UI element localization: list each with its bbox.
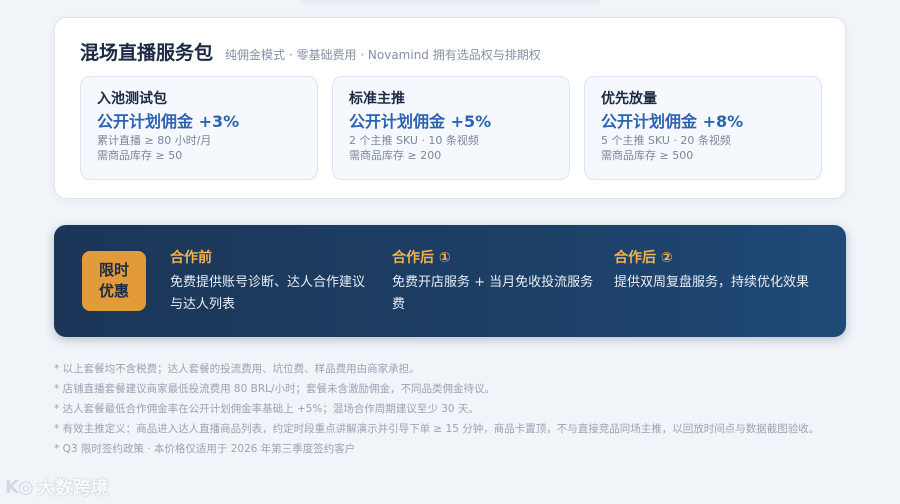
footnote: * 达人套餐最低合作佣金率在公开计划佣金率基础上 +5%；混场合作周期建议至少 … (54, 403, 479, 415)
promo-text: 免费开店服务 + 当月免收投流服务费 (392, 275, 594, 312)
footnotes: * 以上套餐均不含税费；达人套餐的投流费用、坑位费、样品费用由商家承担。 * 店… (54, 362, 854, 462)
tier-stock-requirement: 需商品库存 ≥ 200 (349, 149, 442, 162)
promo-heading: 合作后 ① (392, 250, 451, 266)
promo-heading: 合作后 ② (614, 250, 673, 266)
promo-heading: 合作前 (170, 250, 212, 266)
package-subtitle: 纯佣金模式 · 零基础费用 · Novamind 拥有选品权与排期权 (225, 48, 541, 62)
watermark-text: 大数跨境 (36, 478, 109, 499)
promo-before: 合作前 免费提供账号诊断、达人合作建议与达人列表 (170, 248, 370, 316)
tier-requirement: 2 个主推 SKU · 10 条视频 (349, 134, 479, 147)
package-title: 混场直播服务包 (80, 42, 214, 64)
tier-stock-requirement: 需商品库存 ≥ 500 (601, 149, 694, 162)
tier-requirement: 累计直播 ≥ 80 小时/月 (97, 134, 212, 147)
footnote: * 店铺直播套餐建议商家最低投流费用 80 BRL/小时；套餐未含激励佣金，不同… (54, 383, 496, 395)
tier-name: 入池测试包 (97, 91, 167, 107)
tier-list: 入池测试包 公开计划佣金 +3% 累计直播 ≥ 80 小时/月 需商品库存 ≥ … (80, 76, 822, 180)
tier-requirement: 5 个主推 SKU · 20 条视频 (601, 134, 731, 147)
badge-line: 限时 (98, 261, 129, 279)
footnote: * 有效主推定义：商品进入达人直播商品列表，约定时段重点讲解演示并引导下单 ≥ … (54, 423, 820, 435)
tier-rate: 公开计划佣金 +8% (601, 112, 744, 131)
tier-card-priority: 优先放量 公开计划佣金 +8% 5 个主推 SKU · 20 条视频 需商品库存… (584, 76, 822, 180)
tier-name: 优先放量 (601, 91, 657, 107)
limited-offer-badge: 限时 优惠 (82, 251, 146, 311)
watermark: K◎ 大数跨境 (5, 474, 109, 500)
package-header: 混场直播服务包 纯佣金模式 · 零基础费用 · Novamind 拥有选品权与排… (80, 38, 541, 65)
tier-name: 标准主推 (349, 91, 405, 107)
promo-after-2: 合作后 ② 提供双周复盘服务，持续优化效果 (614, 248, 814, 294)
service-package-card: 混场直播服务包 纯佣金模式 · 零基础费用 · Novamind 拥有选品权与排… (54, 17, 846, 199)
tier-card-pool-test: 入池测试包 公开计划佣金 +3% 累计直播 ≥ 80 小时/月 需商品库存 ≥ … (80, 76, 318, 180)
brand-logo-icon: K◎ (5, 476, 34, 498)
footnote: * Q3 限时签约政策 · 本价格仅适用于 2026 年第三季度签约客户 (54, 443, 356, 455)
tier-stock-requirement: 需商品库存 ≥ 50 (97, 149, 183, 162)
badge-line: 优惠 (98, 282, 129, 300)
limited-offer-banner: 限时 优惠 合作前 免费提供账号诊断、达人合作建议与达人列表 合作后 ① 免费开… (54, 225, 846, 337)
footnote: * 以上套餐均不含税费；达人套餐的投流费用、坑位费、样品费用由商家承担。 (54, 363, 420, 375)
promo-text: 免费提供账号诊断、达人合作建议与达人列表 (170, 275, 366, 312)
tier-rate: 公开计划佣金 +5% (349, 112, 492, 131)
promo-text: 提供双周复盘服务，持续优化效果 (614, 275, 810, 290)
top-shadow (300, 0, 600, 8)
tier-card-standard: 标准主推 公开计划佣金 +5% 2 个主推 SKU · 10 条视频 需商品库存… (332, 76, 570, 180)
promo-after-1: 合作后 ① 免费开店服务 + 当月免收投流服务费 (392, 248, 598, 316)
tier-rate: 公开计划佣金 +3% (97, 112, 240, 131)
